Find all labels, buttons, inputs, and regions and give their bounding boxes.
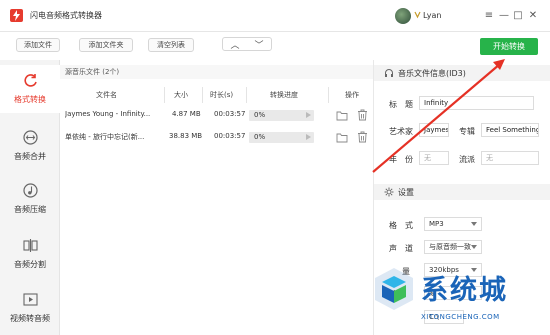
trash-icon[interactable] bbox=[357, 131, 368, 143]
clear-list-button[interactable]: 清空列表 bbox=[148, 38, 194, 52]
channel-value: 与原音频一致 bbox=[429, 243, 471, 251]
maximize-button[interactable]: □ bbox=[512, 8, 524, 22]
column-header-duration: 时长(s) bbox=[210, 91, 234, 99]
headphones-icon bbox=[385, 69, 393, 77]
reorder-buttons: ︿ ﹀ bbox=[222, 37, 272, 51]
settings-section-title: 设置 bbox=[398, 188, 414, 197]
genre-field[interactable]: 无 bbox=[481, 151, 539, 165]
column-header-progress: 转换进度 bbox=[270, 91, 298, 99]
watermark-subtext: XITONGCHENG.COM bbox=[421, 313, 500, 321]
sidebar-item-video-to-audio[interactable]: 视频转音频 bbox=[0, 284, 60, 332]
user-name[interactable]: Lyan bbox=[423, 11, 441, 20]
column-header-actions: 操作 bbox=[345, 91, 359, 99]
app-title: 闪电音频格式转换器 bbox=[30, 11, 102, 20]
column-divider bbox=[328, 87, 329, 103]
minimize-button[interactable]: — bbox=[498, 8, 510, 22]
progress-bar: 0% bbox=[249, 132, 314, 143]
album-field[interactable]: Feel Something bbox=[481, 123, 539, 137]
refresh-icon bbox=[24, 74, 37, 87]
sidebar-item-label: 音频压缩 bbox=[14, 205, 46, 214]
watermark-logo-icon bbox=[375, 268, 413, 310]
play-icon[interactable] bbox=[306, 112, 311, 118]
sidebar-item-audio-split[interactable]: 音频分割 bbox=[0, 230, 60, 278]
progress-text: 0% bbox=[254, 111, 266, 119]
file-duration: 00:03:57 bbox=[214, 110, 246, 118]
file-size: 4.87 MB bbox=[172, 110, 201, 118]
settings-section-header: 设置 bbox=[374, 184, 550, 200]
file-list-header: 源音乐文件 (2个) bbox=[60, 65, 373, 79]
artist-label: 艺术家 bbox=[389, 127, 413, 136]
column-header-size: 大小 bbox=[174, 91, 188, 99]
user-avatar[interactable] bbox=[395, 8, 411, 24]
sidebar: 格式转换 音频合并 音频压缩 音频分割 视频转音频 bbox=[0, 60, 60, 335]
table-row[interactable]: 单依纯 - 旅行中忘记(新... 38.83 MB 00:03:57 0% bbox=[60, 128, 373, 148]
watermark: 系统城 XITONGCHENG.COM bbox=[365, 262, 550, 335]
split-icon bbox=[23, 239, 38, 252]
file-name: 单依纯 - 旅行中忘记(新... bbox=[65, 133, 145, 141]
move-up-button[interactable]: ︿ bbox=[230, 38, 239, 51]
title-field[interactable]: Infinity bbox=[419, 96, 534, 110]
merge-icon bbox=[23, 130, 38, 145]
title-label: 标 题 bbox=[389, 100, 413, 109]
channel-select[interactable]: 与原音频一致 bbox=[424, 240, 482, 254]
sidebar-item-audio-compress[interactable]: 音频压缩 bbox=[0, 175, 60, 223]
table-row[interactable]: Jaymes Young - Infinity... 4.87 MB 00:03… bbox=[60, 106, 373, 126]
year-field[interactable]: 无 bbox=[419, 151, 449, 165]
add-file-button[interactable]: 添加文件 bbox=[16, 38, 60, 52]
file-duration: 00:03:57 bbox=[214, 132, 246, 140]
album-label: 专辑 bbox=[459, 127, 475, 136]
column-header-filename: 文件名 bbox=[96, 91, 117, 99]
sidebar-item-audio-merge[interactable]: 音频合并 bbox=[0, 122, 60, 170]
close-button[interactable]: ✕ bbox=[527, 8, 539, 22]
file-size: 38.83 MB bbox=[169, 132, 203, 140]
sidebar-item-label: 格式转换 bbox=[14, 95, 46, 104]
sidebar-item-label: 视频转音频 bbox=[10, 314, 50, 323]
id3-section-title: 音乐文件信息(ID3) bbox=[398, 69, 466, 78]
file-list-pane: 源音乐文件 (2个) 文件名 大小 时长(s) 转换进度 操作 Jaymes Y… bbox=[60, 60, 373, 335]
add-folder-button[interactable]: 添加文件夹 bbox=[79, 38, 133, 52]
progress-text: 0% bbox=[254, 133, 266, 141]
toolbar: 添加文件 添加文件夹 清空列表 ︿ ﹀ 开始转换 bbox=[0, 32, 550, 60]
sidebar-item-label: 音频合并 bbox=[14, 152, 46, 161]
crown-icon bbox=[414, 11, 421, 19]
artist-field[interactable]: Jaymes bbox=[419, 123, 449, 137]
year-label: 年 份 bbox=[389, 155, 413, 164]
compress-icon bbox=[23, 183, 38, 198]
watermark-text: 系统城 bbox=[421, 275, 508, 306]
folder-icon[interactable] bbox=[336, 132, 348, 143]
column-divider bbox=[202, 87, 203, 103]
move-down-button[interactable]: ﹀ bbox=[254, 38, 263, 51]
title-bar: 闪电音频格式转换器 Lyan ≡ — □ ✕ bbox=[0, 0, 550, 32]
play-icon[interactable] bbox=[306, 134, 311, 140]
chevron-down-icon bbox=[471, 245, 477, 249]
format-label: 格 式 bbox=[389, 221, 413, 230]
sidebar-item-format-convert[interactable]: 格式转换 bbox=[0, 65, 60, 113]
column-divider bbox=[164, 87, 165, 103]
menu-button[interactable]: ≡ bbox=[483, 8, 495, 22]
channel-label: 声 道 bbox=[389, 244, 413, 253]
sidebar-item-label: 音频分割 bbox=[14, 260, 46, 269]
progress-bar: 0% bbox=[249, 110, 314, 121]
chevron-down-icon bbox=[471, 222, 477, 226]
file-name: Jaymes Young - Infinity... bbox=[65, 110, 151, 118]
start-convert-button[interactable]: 开始转换 bbox=[480, 38, 538, 55]
app-logo-icon bbox=[10, 9, 23, 22]
genre-label: 流派 bbox=[459, 155, 475, 164]
trash-icon[interactable] bbox=[357, 109, 368, 121]
video-icon bbox=[23, 293, 38, 306]
format-value: MP3 bbox=[429, 220, 444, 228]
folder-icon[interactable] bbox=[336, 110, 348, 121]
format-select[interactable]: MP3 bbox=[424, 217, 482, 231]
column-divider bbox=[246, 87, 247, 103]
id3-section-header: 音乐文件信息(ID3) bbox=[374, 65, 550, 81]
gear-icon bbox=[384, 187, 394, 197]
